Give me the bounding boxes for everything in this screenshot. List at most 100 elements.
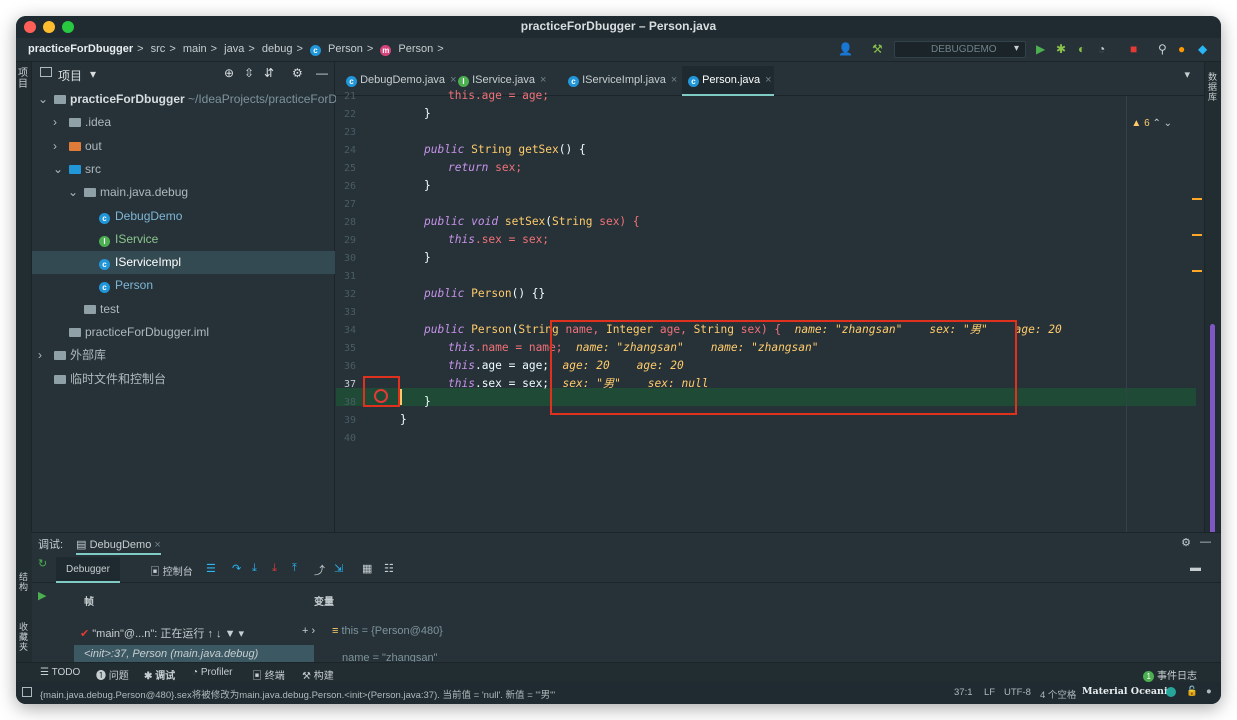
frame-row-selected[interactable]: <init>:37, Person (main.java.debug) — [74, 645, 314, 663]
tool-structure-label[interactable]: 结构 — [19, 572, 30, 592]
close-icon[interactable]: × — [671, 74, 677, 86]
tool-debug[interactable]: ✱ 调试 — [144, 667, 175, 682]
line-separator[interactable]: LF — [984, 687, 995, 698]
trace-icon[interactable]: ☷ — [384, 562, 394, 575]
chevron-right-icon[interactable]: › — [38, 344, 42, 367]
tree-item-person[interactable]: c Person — [32, 274, 335, 297]
chevron-down-icon[interactable]: ⌄ — [53, 158, 63, 181]
breadcrumb-project[interactable]: practiceForDbugger — [28, 43, 133, 55]
scroll-marker[interactable] — [1192, 234, 1202, 236]
tree-item-practicefordbugger-iml[interactable]: practiceForDbugger.iml — [32, 321, 335, 344]
locate-icon[interactable]: ⊕ — [224, 66, 234, 80]
force-step-into-icon[interactable]: ⤓ — [272, 562, 277, 575]
frames-menu-icon[interactable]: ☰ — [206, 562, 216, 575]
collapse-all-icon[interactable]: ⇵ — [264, 66, 274, 80]
tree-item-iserviceimpl[interactable]: c IServiceImpl — [32, 251, 335, 275]
variable-row[interactable]: name = "zhangsan" — [342, 647, 438, 663]
scroll-marker[interactable] — [1192, 270, 1202, 272]
project-view-title[interactable]: 项目 — [58, 67, 82, 84]
resume-icon[interactable]: ▶ — [38, 589, 46, 602]
run-to-cursor-icon[interactable]: ⇲ — [334, 562, 343, 575]
layout-icon[interactable]: ▬ — [1190, 562, 1201, 574]
run-icon[interactable]: ▶ — [1036, 42, 1045, 56]
tab-debugger[interactable]: Debugger — [56, 557, 120, 583]
scrollbar-thumb[interactable] — [1210, 324, 1215, 542]
drop-frame-icon[interactable]: ⤴ — [314, 562, 325, 578]
tree-item-test[interactable]: test — [32, 298, 335, 321]
tree-item-main-java-debug[interactable]: ⌄ main.java.debug — [32, 181, 335, 204]
tree-item-临时文件和控制台[interactable]: 临时文件和控制台 — [32, 368, 335, 391]
plugin-icon[interactable]: ◆ — [1198, 42, 1207, 56]
step-over-icon[interactable]: ↷ — [232, 562, 241, 575]
stop-icon[interactable]: ■ — [1130, 42, 1137, 56]
add-watch-icon[interactable]: + › — [302, 625, 315, 637]
notifications-icon[interactable]: ● — [1206, 686, 1212, 697]
tool-todo[interactable]: ☰ TODO — [40, 667, 80, 678]
tree-item-out[interactable]: › out — [32, 135, 335, 158]
breadcrumb-main[interactable]: main — [183, 43, 207, 55]
code-content[interactable]: this.age = age; } public String getSex()… — [336, 89, 1204, 532]
chevron-down-icon[interactable]: ⌄ — [68, 181, 78, 204]
close-icon[interactable]: × — [540, 74, 546, 86]
tool-favorites-label[interactable]: 收藏夹 — [19, 622, 30, 652]
tree-item-debugdemo[interactable]: c DebugDemo — [32, 205, 335, 228]
hide-icon[interactable]: — — [1200, 536, 1211, 548]
tab-person[interactable]: c Person.java × — [682, 66, 774, 96]
chevron-down-icon[interactable]: ▾ — [1184, 68, 1190, 81]
gear-icon[interactable]: ⚙ — [1181, 536, 1191, 549]
thread-selector[interactable]: ✔ "main"@...n": 正在运行 ↑ ↓ ▼ ▾ — [80, 625, 244, 641]
breadcrumb-debug[interactable]: debug — [262, 43, 293, 55]
chevron-down-icon[interactable]: ▾ — [90, 67, 96, 81]
hide-icon[interactable]: — — [316, 66, 328, 80]
tool-problems[interactable]: ❶ 问题 — [96, 667, 129, 682]
tab-iserviceimpl[interactable]: c IServiceImpl.java × — [562, 66, 682, 96]
tree-item-practicefordbugger[interactable]: ⌄ practiceForDbugger ~/IdeaProjects/practi… — [32, 88, 340, 111]
step-out-icon[interactable]: ⤒ — [292, 562, 297, 575]
breadcrumb-src[interactable]: src — [151, 43, 166, 55]
profile-icon[interactable]: ◔ — [1098, 42, 1105, 56]
variable-row[interactable]: ≡ this = {Person@480} — [332, 625, 443, 637]
breadcrumb-separator: > — [248, 43, 255, 55]
breadcrumb-java[interactable]: java — [224, 43, 244, 55]
tool-build[interactable]: ⚒ 构建 — [302, 667, 334, 682]
breadcrumb-person-method[interactable]: Person — [398, 43, 433, 55]
tree-item-外部库[interactable]: › 外部库 — [32, 344, 335, 367]
gear-icon[interactable]: ⚙ — [292, 66, 303, 80]
expand-all-icon[interactable]: ⇳ — [244, 66, 254, 80]
tool-windows-toggle-icon[interactable] — [22, 687, 32, 697]
scroll-marker[interactable] — [1192, 198, 1202, 200]
file-encoding[interactable]: UTF-8 — [1004, 687, 1031, 698]
tab-console[interactable]: ▣ 控制台 — [150, 563, 193, 578]
search-icon[interactable]: ⚲ — [1158, 42, 1167, 56]
tool-profiler[interactable]: ◔ Profiler — [192, 667, 233, 678]
tool-database-label[interactable]: 数据库 — [1208, 72, 1219, 102]
update-icon[interactable]: ● — [1178, 42, 1185, 56]
tree-item--idea[interactable]: › .idea — [32, 111, 335, 134]
debug-bug-icon[interactable]: ✱ — [1056, 42, 1066, 56]
debug-session-tab[interactable]: ▤ DebugDemo × — [76, 539, 161, 555]
indent-setting[interactable]: 4 个空格 — [1040, 687, 1076, 701]
build-hammer-icon[interactable]: ⚒ — [872, 42, 883, 56]
chevron-right-icon[interactable]: › — [53, 111, 57, 134]
run-config-selector[interactable]: DEBUGDEMO ▾ — [894, 41, 1026, 58]
bottom-left-tool-stripe: 结构 收藏夹 — [16, 532, 32, 662]
tool-project-label[interactable]: 项目 — [18, 68, 30, 90]
chevron-right-icon[interactable]: › — [53, 135, 57, 158]
caret-position[interactable]: 37:1 — [954, 687, 973, 698]
rerun-icon[interactable]: ↻ — [38, 557, 58, 570]
chevron-down-icon[interactable]: ⌄ — [38, 88, 48, 111]
lock-icon[interactable]: 🔓 — [1186, 686, 1198, 697]
coverage-icon[interactable]: ◐ — [1078, 42, 1085, 56]
tab-label: Person.java — [702, 74, 761, 86]
close-icon[interactable]: × — [765, 74, 771, 86]
event-log[interactable]: 1 事件日志 — [1143, 667, 1197, 682]
warning-indicator[interactable]: ▲ 6 ⌃ ⌄ — [1131, 118, 1172, 129]
evaluate-icon[interactable]: ▦ — [362, 562, 372, 575]
tree-item-src[interactable]: ⌄ src — [32, 158, 335, 181]
theme-name[interactable]: Material Oceanic — [1082, 686, 1173, 697]
user-icon[interactable]: 👤 — [838, 42, 853, 56]
breadcrumb-person-class[interactable]: Person — [328, 43, 363, 55]
tree-item-iservice[interactable]: I IService — [32, 228, 335, 251]
tool-terminal[interactable]: ▣ 终端 — [252, 667, 285, 682]
step-into-icon[interactable]: ⤓ — [252, 562, 257, 575]
